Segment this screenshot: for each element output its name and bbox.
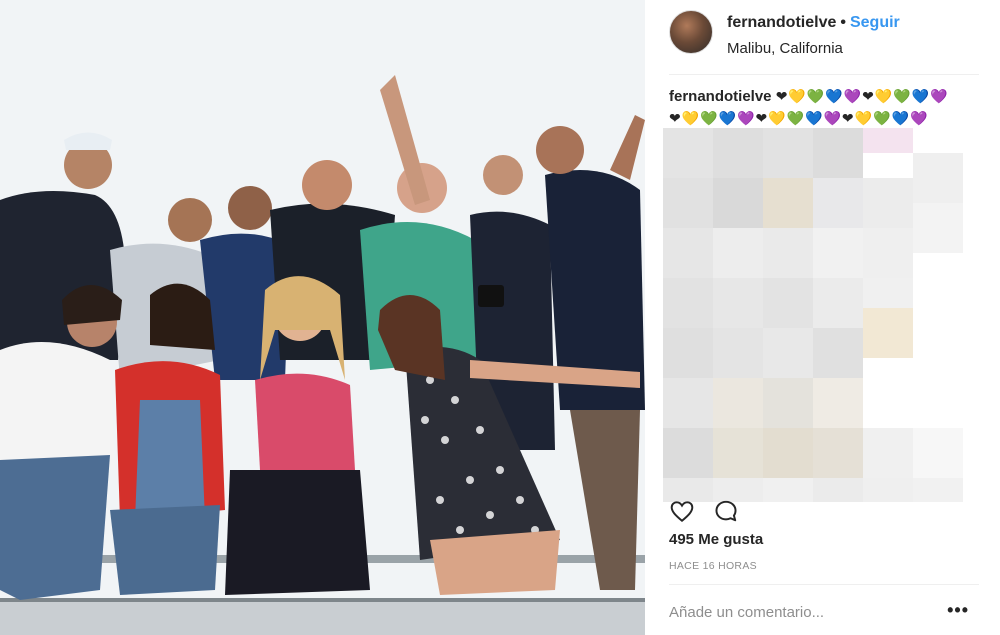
post-timestamp[interactable]: HACE 16 HORAS: [669, 560, 757, 572]
caption-username[interactable]: fernandotielve: [669, 88, 772, 105]
separator-dot: •: [840, 14, 846, 31]
likes-count[interactable]: 495 Me gusta: [669, 531, 763, 548]
blurred-comments: [663, 128, 969, 502]
post-details-panel: fernandotielve • Seguir Malibu, California…: [645, 0, 1000, 635]
username-row: fernandotielve • Seguir: [727, 14, 900, 32]
caption-emojis-line1: ❤💛💚💙💜❤💛💚💙💜: [775, 89, 949, 105]
comment-icon[interactable]: [713, 498, 739, 524]
follow-button[interactable]: Seguir: [850, 14, 900, 31]
comment-divider: [669, 584, 979, 585]
caption: fernandotielve ❤💛💚💙💜❤💛💚💙💜 ❤💛💚💙💜❤💛💚💙💜❤💛💚💙…: [669, 86, 984, 130]
caption-emojis-line2: ❤💛💚💙💜❤💛💚💙💜❤💛💚💙💜: [669, 111, 929, 127]
header-divider: [669, 74, 979, 75]
comment-row: •••: [669, 598, 979, 626]
username-link[interactable]: fernandotielve: [727, 14, 836, 31]
post-photo[interactable]: [0, 0, 645, 635]
more-options-icon[interactable]: •••: [947, 600, 969, 621]
comment-input[interactable]: [669, 598, 939, 626]
post-header: fernandotielve • Seguir Malibu, California: [669, 10, 979, 65]
group-photo-image: [0, 0, 645, 635]
avatar[interactable]: [669, 10, 713, 54]
action-bar: [669, 498, 789, 524]
heart-icon[interactable]: [669, 498, 695, 524]
location-link[interactable]: Malibu, California: [727, 40, 843, 57]
